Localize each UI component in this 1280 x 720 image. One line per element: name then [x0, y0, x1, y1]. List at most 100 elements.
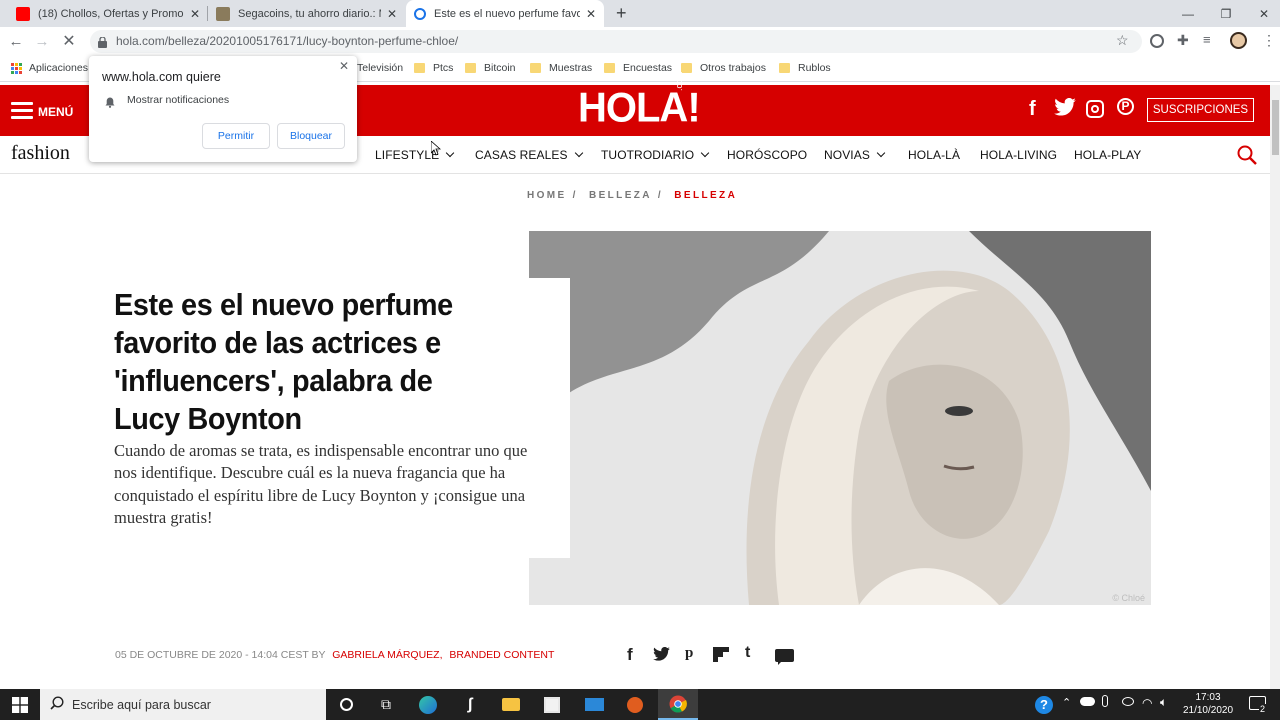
more-menu-icon[interactable]: ⋮ [1262, 32, 1276, 49]
minimize-icon[interactable]: — [1168, 0, 1208, 27]
edge-icon[interactable] [408, 689, 448, 720]
chrome-icon[interactable] [658, 689, 698, 720]
nav-lifestyle[interactable]: LIFESTYLE [375, 148, 455, 162]
breadcrumb-current[interactable]: BELLEZA [674, 190, 737, 201]
browser-toolbar: ← → ✕ hola.com/belleza/20201005176171/lu… [0, 27, 1280, 56]
share-tumblr-icon[interactable]: t [745, 644, 750, 662]
forward-icon[interactable]: → [31, 30, 53, 52]
folder-icon [530, 63, 541, 73]
nav-tuotrodiario[interactable]: TUOTRODIARIO [601, 148, 710, 162]
tab-segacoins[interactable]: Segacoins, tu ahorro diario.: Mejores ✕ [208, 0, 405, 27]
bookmark-folder[interactable]: Televisión [357, 62, 403, 74]
chevron-down-icon [574, 148, 583, 158]
facebook-icon[interactable]: f [1029, 98, 1036, 121]
bookmark-folder[interactable]: Ptcs [414, 62, 453, 74]
help-icon[interactable]: ? [1035, 696, 1053, 714]
block-button[interactable]: Bloquear [277, 123, 345, 149]
comments-icon[interactable] [775, 649, 794, 665]
taskbar-search-box[interactable]: Escribe aquí para buscar [40, 689, 326, 720]
clock[interactable]: 17:03 21/10/2020 [1182, 691, 1234, 717]
mail-icon[interactable] [574, 689, 614, 720]
article-title: Este es el nuevo perfume favorito de las… [114, 287, 453, 436]
article-hero-image: © Chloé [529, 231, 1151, 605]
star-icon[interactable]: ☆ [1116, 32, 1129, 49]
windows-start-icon[interactable] [0, 689, 40, 720]
folder-icon [779, 63, 790, 73]
blocker-extension-icon[interactable] [1150, 34, 1164, 48]
store-icon[interactable] [532, 689, 572, 720]
bookmark-folder[interactable]: Encuestas [604, 62, 672, 74]
app-icon[interactable]: ʃ [450, 689, 490, 720]
close-icon[interactable]: ✕ [190, 7, 200, 21]
site-favicon-icon [216, 6, 230, 21]
subscriptions-button[interactable]: SUSCRIPCIONES [1147, 98, 1254, 122]
nav-hola-la[interactable]: HOLA-LÀ [908, 148, 960, 162]
tab-hola-active[interactable]: Este es el nuevo perfume favorito ✕ [406, 0, 604, 27]
bookmark-folder[interactable]: Muestras [530, 62, 592, 74]
breadcrumb-home[interactable]: HOME [527, 190, 567, 201]
chevron-down-icon [446, 148, 455, 158]
avatar[interactable] [1230, 32, 1247, 49]
close-icon[interactable]: ✕ [387, 7, 397, 21]
bookmark-folder[interactable]: Rublos [779, 62, 831, 74]
site-logo[interactable]: HOLA! [578, 85, 701, 132]
search-icon[interactable] [1237, 145, 1257, 170]
tab-chollos[interactable]: (18) Chollos, Ofertas y Promociones ✕ [8, 0, 208, 27]
pinterest-icon[interactable]: P [1117, 98, 1134, 115]
share-facebook-icon[interactable]: f [627, 645, 633, 665]
wifi-icon[interactable]: ◠ [1142, 696, 1152, 710]
twitter-icon[interactable] [1054, 97, 1076, 121]
share-flipboard-icon[interactable] [713, 647, 729, 662]
chevron-up-icon[interactable]: ⌃ [1062, 696, 1071, 709]
network-icon[interactable] [1122, 697, 1134, 706]
lock-icon[interactable] [98, 35, 107, 48]
media-queue-icon[interactable]: ≡ [1203, 32, 1211, 47]
clock-time: 17:03 [1195, 692, 1221, 703]
scrollbar-thumb[interactable] [1272, 100, 1279, 155]
address-bar[interactable]: hola.com/belleza/20201005176171/lucy-boy… [90, 30, 1142, 53]
task-view-icon[interactable]: ⧉ [366, 689, 406, 720]
nav-label: HOLA-LÀ [908, 148, 961, 162]
clock-date: 21/10/2020 [1182, 705, 1234, 716]
image-credit: © Chloé [1112, 593, 1145, 603]
bookmark-folder[interactable]: Bitcoin [465, 62, 516, 74]
nav-label: HOLA-LIVING [980, 148, 1058, 162]
share-twitter-icon[interactable] [653, 646, 670, 666]
menu-button[interactable]: MENÚ [38, 105, 73, 119]
nav-hola-living[interactable]: HOLA-LIVING [980, 148, 1057, 162]
apps-grid-icon [11, 62, 22, 74]
section-link[interactable]: BRANDED CONTENT [449, 649, 554, 661]
plus-icon[interactable]: + [616, 3, 627, 24]
article-meta: 05 DE OCTUBRE DE 2020 - 14:04 CEST BY GA… [115, 649, 554, 661]
bookmark-apps[interactable]: Aplicaciones [11, 62, 88, 74]
extensions-icon[interactable]: ✚ [1177, 32, 1189, 49]
author-link[interactable]: GABRIELA MÁRQUEZ, [332, 649, 442, 661]
volume-icon[interactable]: 🔈︎ [1160, 695, 1167, 710]
share-pinterest-icon[interactable]: p [685, 645, 693, 662]
fashion-logo[interactable]: fashion [11, 142, 70, 165]
hamburger-icon[interactable] [11, 102, 33, 123]
bookmark-label: Ptcs [433, 62, 454, 74]
page-scrollbar[interactable] [1270, 85, 1280, 690]
allow-button[interactable]: Permitir [202, 123, 270, 149]
file-explorer-icon[interactable] [491, 689, 531, 720]
microphone-icon[interactable] [1102, 695, 1108, 707]
onedrive-icon[interactable] [1080, 697, 1095, 706]
tab-title: (18) Chollos, Ofertas y Promociones [38, 7, 184, 20]
close-icon[interactable]: ✕ [586, 7, 596, 21]
breadcrumb-belleza[interactable]: BELLEZA [589, 190, 652, 201]
stop-icon[interactable]: ✕ [58, 30, 80, 52]
close-icon[interactable]: ✕ [339, 59, 349, 73]
nav-novias[interactable]: NOVIAS [824, 148, 886, 162]
game-app-icon[interactable] [615, 689, 655, 720]
cortana-icon[interactable] [326, 689, 366, 720]
instagram-icon[interactable] [1086, 100, 1104, 118]
close-window-icon[interactable]: ✕ [1244, 0, 1280, 27]
back-icon[interactable]: ← [5, 30, 27, 52]
bookmark-folder[interactable]: Otros trabajos [681, 62, 766, 74]
nav-hola-play[interactable]: HOLA-PLAY [1074, 148, 1141, 162]
nav-horoscopo[interactable]: HORÓSCOPO [727, 148, 807, 162]
maximize-icon[interactable]: ❐ [1206, 0, 1246, 27]
nav-casas-reales[interactable]: CASAS REALES [475, 148, 583, 162]
logo-sub: .com [674, 71, 684, 91]
